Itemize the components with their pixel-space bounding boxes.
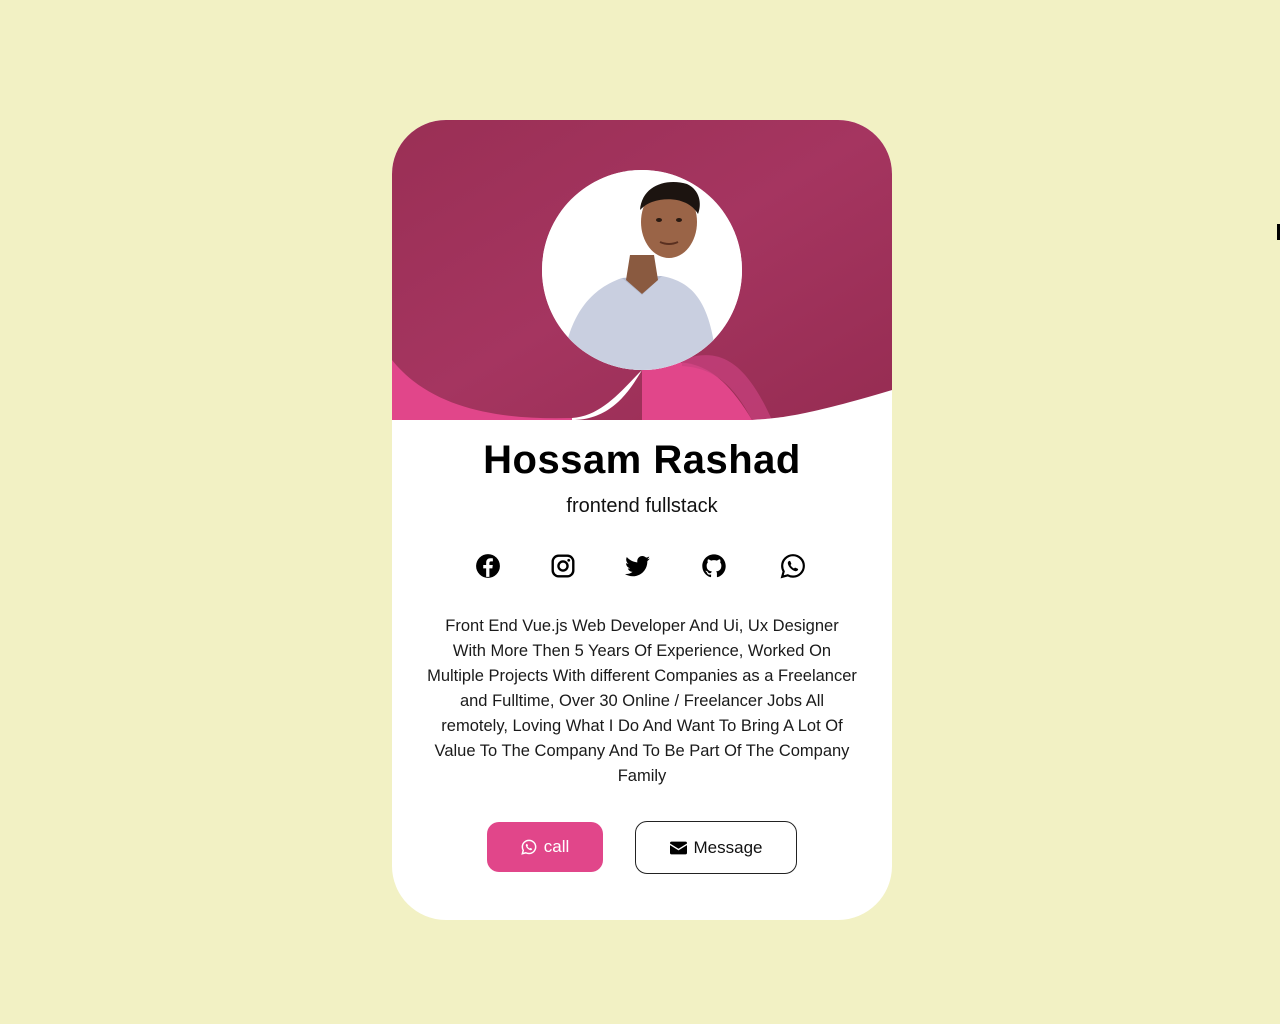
message-button-label: Message — [693, 837, 763, 857]
profile-role: frontend fullstack — [566, 495, 718, 517]
facebook-icon[interactable] — [475, 553, 501, 579]
envelope-icon — [669, 841, 687, 855]
twitter-icon[interactable] — [625, 553, 651, 579]
whatsapp-icon — [521, 839, 537, 855]
profile-name: Hossam Rashad — [483, 438, 801, 482]
call-button-label: call — [543, 837, 570, 856]
github-icon[interactable] — [701, 553, 727, 579]
message-button[interactable]: Message — [635, 821, 797, 874]
profile-bio: Front End Vue.js Web Developer And Ui, U… — [427, 617, 857, 785]
whatsapp-icon[interactable] — [780, 553, 806, 579]
social-links — [392, 553, 892, 579]
avatar — [542, 170, 742, 370]
profile-card: Hossam Rashad frontend fullstack Front E… — [392, 120, 892, 920]
instagram-icon[interactable] — [550, 553, 576, 579]
call-button[interactable]: call — [487, 822, 603, 872]
